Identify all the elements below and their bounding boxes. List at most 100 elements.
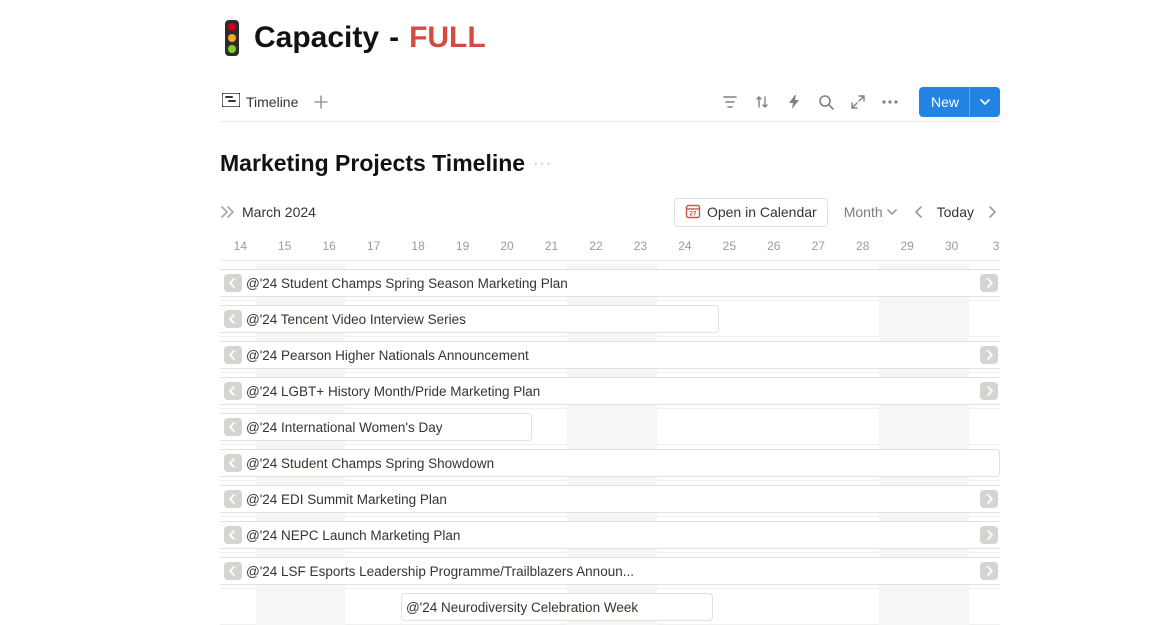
- open-in-calendar-button[interactable]: 27 Open in Calendar: [674, 198, 828, 227]
- continues-right-icon[interactable]: [980, 562, 998, 580]
- new-button[interactable]: New: [919, 87, 1000, 117]
- timeline-row: @'24 International Women's Day: [220, 409, 1000, 445]
- add-view-button[interactable]: [310, 91, 332, 113]
- timeline-row: @'24 Student Champs Spring Season Market…: [220, 265, 1000, 301]
- weekend-shade: [256, 588, 345, 625]
- timeline-row: @'24 EDI Summit Marketing Plan: [220, 481, 1000, 517]
- timeline-icon: [222, 93, 240, 110]
- today-button[interactable]: Today: [937, 204, 974, 220]
- timeline-bar-label: @'24 NEPC Launch Marketing Plan: [246, 528, 460, 543]
- weekend-shade: [879, 300, 969, 337]
- continues-right-icon[interactable]: [980, 526, 998, 544]
- filter-icon[interactable]: [721, 93, 739, 111]
- continues-left-icon[interactable]: [224, 310, 242, 328]
- page-title-dash: -: [389, 21, 399, 55]
- continues-right-icon[interactable]: [980, 382, 998, 400]
- sort-icon[interactable]: [753, 93, 771, 111]
- timeline-bar[interactable]: @'24 Student Champs Spring Showdown: [220, 449, 1000, 477]
- new-button-chevron[interactable]: [969, 87, 1000, 117]
- timeline-row: @'24 LGBT+ History Month/Pride Marketing…: [220, 373, 1000, 409]
- date-label: 30: [945, 239, 958, 253]
- timeline-row: @'24 LSF Esports Leadership Programme/Tr…: [220, 553, 1000, 589]
- page-title-row: Capacity - FULL: [220, 18, 1000, 58]
- timeline-bar[interactable]: @'24 EDI Summit Marketing Plan: [220, 485, 1000, 513]
- timeline-body: @'24 Student Champs Spring Season Market…: [220, 265, 1000, 625]
- section-title-row: Marketing Projects Timeline ···: [220, 150, 1000, 177]
- weekend-shade: [567, 408, 657, 445]
- timeline-bar-label: @'24 LSF Esports Leadership Programme/Tr…: [246, 564, 634, 579]
- date-label: 3: [993, 239, 1000, 253]
- date-label: 19: [456, 239, 469, 253]
- continues-right-icon[interactable]: [980, 490, 998, 508]
- continues-right-icon[interactable]: [980, 346, 998, 364]
- timeline-bar[interactable]: @'24 Neurodiversity Celebration Week: [401, 593, 713, 621]
- open-in-calendar-label: Open in Calendar: [707, 204, 817, 220]
- timeline-bar[interactable]: @'24 International Women's Day: [220, 413, 532, 441]
- date-label: 21: [545, 239, 558, 253]
- continues-right-icon[interactable]: [980, 274, 998, 292]
- svg-text:27: 27: [689, 210, 697, 217]
- timeline-bar-label: @'24 International Women's Day: [246, 420, 442, 435]
- continues-left-icon[interactable]: [224, 454, 242, 472]
- timeline-row: @'24 Tencent Video Interview Series: [220, 301, 1000, 337]
- timeline-bar[interactable]: @'24 Student Champs Spring Season Market…: [220, 269, 1000, 297]
- timeline-bar-label: @'24 EDI Summit Marketing Plan: [246, 492, 447, 507]
- scale-select[interactable]: Month: [844, 204, 897, 220]
- search-icon[interactable]: [817, 93, 835, 111]
- lightning-icon[interactable]: [785, 93, 803, 111]
- continues-left-icon[interactable]: [224, 274, 242, 292]
- weekend-shade: [879, 588, 969, 625]
- timeline-bar[interactable]: @'24 LSF Esports Leadership Programme/Tr…: [220, 557, 1000, 585]
- date-label: 25: [723, 239, 736, 253]
- collapse-icon[interactable]: [220, 206, 236, 218]
- date-label: 23: [634, 239, 647, 253]
- scale-select-label: Month: [844, 204, 883, 220]
- date-label: 27: [812, 239, 825, 253]
- timeline-bar-label: @'24 Neurodiversity Celebration Week: [406, 600, 638, 615]
- date-label: 22: [589, 239, 602, 253]
- calendar-icon: 27: [685, 203, 701, 222]
- section-menu-icon[interactable]: ···: [533, 155, 552, 173]
- continues-left-icon[interactable]: [224, 562, 242, 580]
- timeline-bar-label: @'24 Pearson Higher Nationals Announceme…: [246, 348, 529, 363]
- timeline-row: @'24 Student Champs Spring Showdown: [220, 445, 1000, 481]
- timeline-row: @'24 Neurodiversity Celebration Week: [220, 589, 1000, 625]
- date-label: 16: [323, 239, 336, 253]
- continues-left-icon[interactable]: [224, 346, 242, 364]
- weekend-shade: [879, 408, 969, 445]
- tab-timeline[interactable]: Timeline: [220, 89, 300, 114]
- prev-button[interactable]: [911, 204, 927, 220]
- more-icon[interactable]: [881, 93, 899, 111]
- timeline-header: March 2024 27 Open in Calendar Month Tod…: [220, 195, 1000, 229]
- expand-icon[interactable]: [849, 93, 867, 111]
- continues-left-icon[interactable]: [224, 526, 242, 544]
- new-button-label: New: [919, 94, 969, 110]
- timeline-bar-label: @'24 Tencent Video Interview Series: [246, 312, 466, 327]
- page-title: Capacity: [254, 21, 379, 55]
- traffic-light-icon: [220, 18, 244, 58]
- date-label: 15: [278, 239, 291, 253]
- section-title: Marketing Projects Timeline: [220, 150, 525, 177]
- chevron-down-icon: [887, 209, 897, 215]
- timeline-bar[interactable]: @'24 Pearson Higher Nationals Announceme…: [220, 341, 1000, 369]
- timeline-bar[interactable]: @'24 NEPC Launch Marketing Plan: [220, 521, 1000, 549]
- continues-left-icon[interactable]: [224, 418, 242, 436]
- timeline-bar-label: @'24 Student Champs Spring Showdown: [246, 456, 494, 471]
- continues-left-icon[interactable]: [224, 382, 242, 400]
- date-label: 28: [856, 239, 869, 253]
- timeline-bar-label: @'24 LGBT+ History Month/Pride Marketing…: [246, 384, 540, 399]
- date-label: 20: [500, 239, 513, 253]
- timeline-bar-label: @'24 Student Champs Spring Season Market…: [246, 276, 568, 291]
- month-label: March 2024: [242, 204, 316, 220]
- timeline-bar[interactable]: @'24 LGBT+ History Month/Pride Marketing…: [220, 377, 1000, 405]
- date-label: 17: [367, 239, 380, 253]
- date-label: 24: [678, 239, 691, 253]
- page-title-status: FULL: [409, 21, 486, 55]
- continues-left-icon[interactable]: [224, 490, 242, 508]
- tab-label: Timeline: [246, 94, 298, 110]
- next-button[interactable]: [984, 204, 1000, 220]
- timeline-row: @'24 Pearson Higher Nationals Announceme…: [220, 337, 1000, 373]
- timeline-bar[interactable]: @'24 Tencent Video Interview Series: [220, 305, 719, 333]
- dates-row: 14151617181920212223242526272829303: [220, 231, 1000, 261]
- timeline-row: @'24 NEPC Launch Marketing Plan: [220, 517, 1000, 553]
